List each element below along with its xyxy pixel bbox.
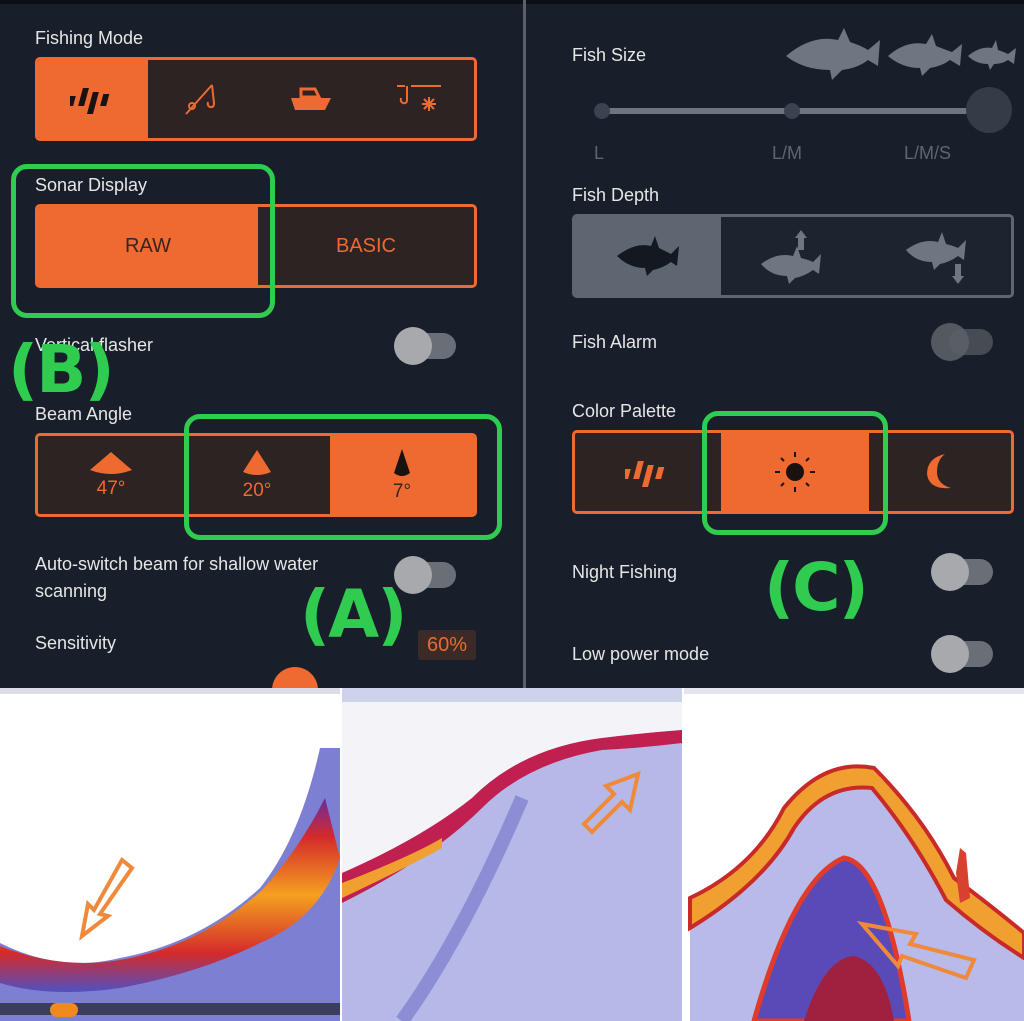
- fish-depth-up[interactable]: [721, 217, 867, 295]
- sonar-image-slope: [342, 688, 682, 1021]
- toggle-knob: [931, 323, 969, 361]
- annotation-label-c: (C): [764, 549, 869, 626]
- fish-size-tick-lms: L/M/S: [904, 143, 952, 163]
- basic-label: BASIC: [335, 234, 397, 257]
- auto-switch-line1: Auto-switch beam for shallow water: [35, 554, 319, 574]
- auto-switch-line2: scanning: [35, 581, 108, 601]
- sonar-plot: [684, 688, 1024, 1021]
- fish-size-stop-l[interactable]: [594, 103, 610, 119]
- fish-size-label: Fish Size: [572, 45, 647, 65]
- annotation-box-a: [184, 414, 502, 540]
- toggle-knob: [931, 635, 969, 673]
- sonar-plot: [0, 688, 340, 1021]
- color-palette-deeper[interactable]: [575, 433, 721, 511]
- annotation-box-c: [702, 411, 888, 535]
- fishing-mode-boat[interactable]: [257, 60, 366, 138]
- fishing-mode-shore[interactable]: [148, 60, 257, 138]
- annotation-box-b: [11, 164, 275, 318]
- wide-beam-icon: [90, 452, 132, 474]
- fish-depth-selector: [572, 214, 1014, 298]
- fish-icon: [617, 236, 679, 276]
- annotation-label-b: (B): [8, 331, 115, 408]
- fishing-mode-label: Fishing Mode: [35, 28, 144, 48]
- sonar-image-wide-beam: [0, 688, 340, 1021]
- fish-depth-label: Fish Depth: [572, 185, 660, 205]
- fish-depth-down[interactable]: [867, 217, 1011, 295]
- deeper-logo-icon: [70, 88, 110, 114]
- fish-alarm-toggle[interactable]: [931, 323, 993, 361]
- sonar-plot: [342, 688, 682, 1021]
- fishing-mode-deeper[interactable]: [38, 60, 148, 138]
- toggle-knob: [931, 553, 969, 591]
- sensitivity-label: Sensitivity: [35, 633, 117, 653]
- fish-size-icons: [786, 28, 1016, 80]
- fishing-rod-icon: [185, 84, 216, 115]
- annotation-label-a: (A): [300, 576, 407, 653]
- sensitivity-value: 60%: [418, 630, 476, 660]
- low-power-mode-label: Low power mode: [572, 644, 710, 664]
- low-power-mode-toggle[interactable]: [931, 635, 993, 673]
- color-palette-night[interactable]: [869, 433, 1011, 511]
- fish-depth-up-icon: [761, 230, 821, 284]
- fishing-mode-ice[interactable]: [365, 60, 474, 138]
- sonar-display-basic[interactable]: BASIC: [258, 207, 474, 285]
- settings-screen: Fishing Mode Sonar Display RAW BASIC Ver…: [0, 0, 1024, 713]
- moon-icon: [927, 454, 951, 489]
- ice-fishing-icon: [396, 85, 441, 111]
- small-fish-icon: [968, 40, 1016, 70]
- fish-size-slider-thumb[interactable]: [966, 87, 1012, 133]
- color-palette-label: Color Palette: [572, 401, 677, 421]
- large-fish-icon: [786, 28, 880, 80]
- deeper-logo-icon: [625, 461, 665, 487]
- sonar-image-hump: [684, 688, 1024, 1021]
- beam-47-label: 47°: [96, 478, 126, 499]
- fish-size-stop-lm[interactable]: [784, 103, 800, 119]
- beam-angle-47[interactable]: 47°: [38, 436, 184, 514]
- auto-switch-label: Auto-switch beam for shallow water scann…: [35, 551, 318, 605]
- medium-fish-icon: [888, 34, 962, 76]
- toggle-knob: [394, 327, 432, 365]
- fishing-mode-selector: [35, 57, 477, 141]
- night-fishing-toggle[interactable]: [931, 553, 993, 591]
- fish-depth-all[interactable]: [575, 217, 721, 295]
- fish-size-tick-l: L: [594, 143, 605, 163]
- fish-depth-down-icon: [906, 232, 966, 284]
- fish-size-tick-lm: L/M: [772, 143, 803, 163]
- vertical-flasher-toggle[interactable]: [394, 327, 456, 365]
- night-fishing-label: Night Fishing: [572, 562, 678, 582]
- fish-alarm-label: Fish Alarm: [572, 332, 658, 352]
- panel-divider: [523, 0, 526, 688]
- boat-icon: [291, 87, 331, 110]
